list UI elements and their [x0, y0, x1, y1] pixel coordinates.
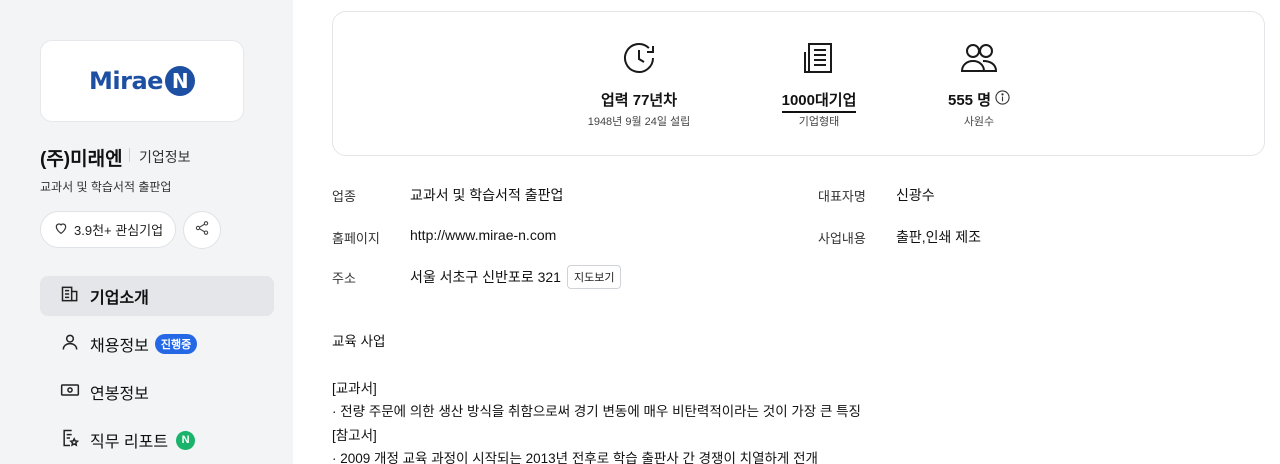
address-label: 주소	[332, 271, 356, 286]
people-icon	[959, 38, 999, 78]
nav-label: 직무 리포트	[90, 434, 169, 451]
ceo-label: 대표자명	[818, 189, 866, 204]
nav-item-job-report[interactable]: 직무 리포트 N	[40, 420, 274, 460]
nav-item-salary[interactable]: 연봉정보	[40, 372, 274, 412]
business-value: 출판,인쇄 제조	[896, 229, 982, 245]
sidebar: Mirae N (주)미래엔 기업정보 교과서 및 학습서적 출판업 3.9천+…	[0, 0, 293, 464]
stat-sub: 사원수	[963, 116, 995, 128]
homepage-label: 홈페이지	[332, 231, 380, 246]
building-doc-icon	[60, 284, 80, 309]
industry-label: 업종	[332, 189, 356, 204]
stat-value: 업력 77년차	[600, 92, 678, 109]
business-label: 사업내용	[818, 231, 866, 246]
info-icon[interactable]	[995, 90, 1010, 109]
logo-text: Mirae	[89, 67, 163, 95]
favorite-label: 3.9천+ 관심기업	[74, 223, 164, 238]
divider	[129, 148, 130, 162]
favorite-button[interactable]: 3.9천+ 관심기업	[40, 211, 177, 248]
company-tag: 기업정보	[139, 149, 191, 165]
industry-value: 교과서 및 학습서적 출판업	[410, 187, 564, 203]
homepage-link[interactable]: http://www.mirae-n.com	[410, 227, 556, 243]
share-button[interactable]	[183, 211, 221, 249]
description-line: [교과서]	[332, 381, 377, 396]
company-logo: Mirae N	[40, 40, 244, 122]
description-line: 교육 사업	[332, 334, 386, 349]
stat-sub: 기업형태	[798, 116, 840, 128]
description-line: · 2009 개정 교육 과정이 시작되는 2013년 전후로 학습 출판사 간…	[332, 451, 818, 464]
company-name: (주)미래엔	[40, 149, 123, 170]
stats-card: 업력 77년차 1948년 9월 24일 설립 1000대기업 기업형태 555…	[332, 11, 1265, 156]
logo-letter: N	[164, 66, 195, 96]
new-badge: N	[176, 430, 196, 450]
report-star-icon	[60, 428, 80, 453]
nav-label: 기업소개	[90, 290, 149, 307]
stat-sub: 1948년 9월 24일 설립	[587, 116, 691, 128]
person-icon	[60, 332, 80, 357]
heart-icon	[53, 220, 69, 239]
description-line: [참고서]	[332, 428, 377, 443]
hiring-badge: 진행중	[154, 334, 198, 354]
stat-value: 1000대기업	[781, 89, 857, 113]
newspaper-icon	[799, 38, 839, 78]
clock-icon	[619, 38, 659, 78]
nav-item-company-intro[interactable]: 기업소개	[40, 276, 274, 316]
description-line: · 전량 주문에 의한 생산 방식을 취함으로써 경기 변동에 매우 비탄력적이…	[332, 404, 861, 419]
ceo-value: 신광수	[896, 187, 935, 203]
nav-item-jobs[interactable]: 채용정보 진행중	[40, 324, 274, 364]
company-description: 교과서 및 학습서적 출판업	[40, 180, 172, 194]
stat-value: 555 명	[948, 92, 991, 109]
money-icon	[60, 380, 80, 405]
nav-label: 연봉정보	[90, 386, 149, 403]
address-value: 서울 서초구 신반포로 321	[410, 269, 561, 285]
share-icon	[194, 220, 210, 241]
nav-label: 채용정보	[90, 338, 149, 355]
map-button[interactable]: 지도보기	[567, 265, 622, 289]
